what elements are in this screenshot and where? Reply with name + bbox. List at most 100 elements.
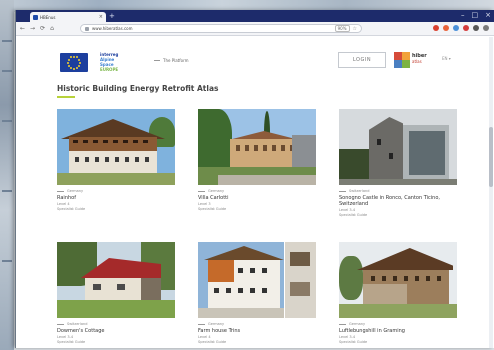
kicker-dash: [57, 323, 64, 325]
card-type: Specialist Guide: [339, 213, 368, 217]
page-title: Historic Building Energy Retrofit Atlas: [57, 84, 219, 93]
brand-subtitle: atlas: [412, 59, 422, 64]
extension-icons: [433, 25, 489, 31]
interreg-logo: interreg Alpine Space EUROPE: [100, 52, 126, 72]
card-country: Germany: [67, 189, 84, 193]
card-kicker: Germany: [57, 189, 83, 193]
favicon-icon: [33, 14, 38, 20]
eu-star-icon: [67, 64, 70, 67]
login-button[interactable]: LOGIN: [338, 52, 386, 68]
scrollbar-thumb[interactable]: [489, 127, 493, 187]
card-country: Germany: [208, 322, 225, 326]
building-photo[interactable]: [57, 109, 175, 185]
building-card[interactable]: Germany Villa Carlotti Level 3 Specialis…: [198, 109, 316, 211]
minimize-button[interactable]: –: [461, 11, 465, 20]
eu-star-icon: [73, 67, 75, 70]
card-type: Specialist Guide: [198, 207, 227, 211]
extension-icon[interactable]: [463, 25, 469, 31]
title-underline: [57, 96, 75, 98]
building-card[interactable]: Germany Farm house Trins Level 4 Special…: [198, 242, 316, 348]
maximize-button[interactable]: □: [472, 11, 479, 20]
eu-star-icon: [78, 64, 81, 67]
card-kicker: Germany: [198, 189, 224, 193]
tab-strip: HBEnus × + – □ ×: [16, 10, 494, 22]
eu-star-icon: [70, 66, 72, 69]
eu-star-icon: [78, 58, 81, 61]
building-card[interactable]: Germany Luftlebungshill in Graming Level…: [339, 242, 457, 348]
desktop-left-edge: [0, 0, 14, 350]
building-photo[interactable]: [198, 242, 316, 318]
bookmark-star-icon[interactable]: ☆: [353, 26, 357, 32]
card-type: Specialist Guide: [57, 207, 86, 211]
home-button[interactable]: ⌂: [50, 25, 54, 32]
eu-star-icon: [70, 56, 72, 59]
interreg-logo-line: Alpine Space: [100, 57, 115, 67]
eu-star-icon: [67, 58, 70, 61]
kicker-dash: [339, 190, 346, 192]
eu-star-icon: [67, 61, 69, 64]
eu-flag-logo: [60, 53, 88, 72]
extension-icon[interactable]: [453, 25, 459, 31]
reload-button[interactable]: ⟳: [40, 25, 45, 32]
eu-star-icon: [76, 66, 78, 69]
extension-icon[interactable]: [473, 25, 479, 31]
card-title[interactable]: Dowmen's Cottage: [57, 328, 175, 334]
building-card[interactable]: Switzerland Sonogno Castle in Ronco, Can…: [339, 109, 457, 221]
card-title[interactable]: Villa Carlotti: [198, 195, 316, 201]
interreg-logo-line: EUROPE: [100, 67, 119, 72]
card-type: Specialist Guide: [198, 340, 227, 344]
card-kicker: Germany: [198, 322, 224, 326]
card-country: Switzerland: [67, 322, 88, 326]
extension-icon[interactable]: [483, 25, 489, 31]
card-country: Germany: [349, 322, 366, 326]
card-title[interactable]: Sonogno Castle in Ronco, Canton Ticino, …: [339, 195, 457, 207]
building-photo[interactable]: [339, 242, 457, 318]
building-photo[interactable]: [339, 109, 457, 185]
eu-star-icon: [79, 61, 81, 64]
card-kicker: Switzerland: [57, 322, 87, 326]
kicker-dash: [198, 323, 205, 325]
nav-link-platform[interactable]: The Platform: [154, 58, 189, 63]
kicker-dash: [57, 190, 64, 192]
card-country: Switzerland: [349, 189, 370, 193]
card-type: Specialist Guide: [57, 340, 86, 344]
extension-icon[interactable]: [443, 25, 449, 31]
zoom-level[interactable]: 90%: [334, 25, 350, 32]
nav-link-label: The Platform: [163, 58, 189, 63]
language-selector[interactable]: EN ▾: [442, 56, 451, 61]
card-title[interactable]: Farm house Trins: [198, 328, 316, 334]
browser-window: HBEnus × + – □ × ← → ⟳ ⌂ www.hiberatlas.…: [15, 10, 494, 348]
address-bar[interactable]: www.hiberatlas.com 90% ☆: [80, 24, 362, 33]
kicker-dash: [339, 323, 346, 325]
web-page: interreg Alpine Space EUROPE The Platfor…: [16, 37, 494, 348]
building-card[interactable]: Germany Rainhof Level 4 Specialist Guide: [57, 109, 175, 211]
window-controls: – □ ×: [461, 11, 491, 20]
card-kicker: Germany: [339, 322, 365, 326]
building-photo[interactable]: [198, 109, 316, 185]
card-type: Specialist Guide: [339, 340, 368, 344]
building-photo[interactable]: [57, 242, 175, 318]
eu-star-icon: [76, 56, 78, 59]
brand-name[interactable]: hiber atlas: [412, 53, 427, 65]
hiber-logo-icon: [394, 52, 410, 68]
card-country: Germany: [208, 189, 225, 193]
page-scrollbar[interactable]: [489, 37, 493, 348]
forward-button[interactable]: →: [30, 25, 35, 32]
tab-close-icon[interactable]: ×: [99, 14, 103, 20]
card-title[interactable]: Rainhof: [57, 195, 175, 201]
url-text[interactable]: www.hiberatlas.com: [92, 26, 332, 31]
new-tab-button[interactable]: +: [109, 12, 115, 20]
card-kicker: Switzerland: [339, 189, 369, 193]
extension-icon[interactable]: [433, 25, 439, 31]
browser-tab[interactable]: HBEnus ×: [30, 12, 106, 22]
card-title[interactable]: Luftlebungshill in Graming: [339, 328, 457, 334]
kicker-dash: [198, 190, 205, 192]
browser-toolbar: ← → ⟳ ⌂ www.hiberatlas.com 90% ☆: [16, 22, 494, 36]
lock-icon: [85, 26, 89, 31]
eu-star-icon: [73, 55, 75, 58]
back-button[interactable]: ←: [20, 25, 25, 32]
building-card[interactable]: Switzerland Dowmen's Cottage Level 3-4 S…: [57, 242, 175, 348]
nav-dash: [154, 60, 160, 61]
tab-title: HBEnus: [40, 14, 56, 20]
close-window-button[interactable]: ×: [485, 11, 491, 20]
